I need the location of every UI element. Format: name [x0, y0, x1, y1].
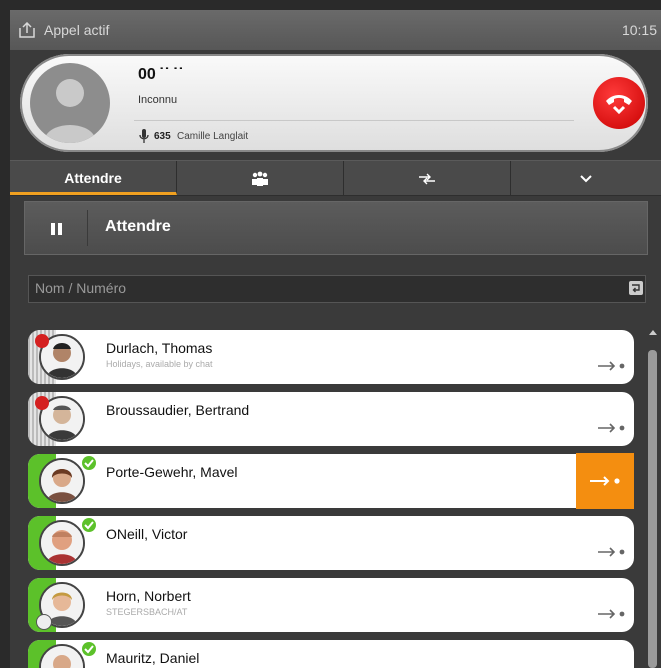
action-tabs: Attendre	[10, 160, 661, 196]
agent-extension: 635	[154, 131, 171, 142]
transfer-arrows-icon	[416, 170, 438, 186]
contact-name: Mauritz, Daniel	[106, 650, 200, 666]
scroll-up-arrow-icon[interactable]	[649, 330, 657, 335]
scrollbar[interactable]	[646, 328, 659, 668]
share-icon[interactable]	[18, 21, 36, 38]
list-item[interactable]: Mauritz, Daniel	[28, 640, 634, 668]
scrollbar-thumb[interactable]	[648, 350, 657, 668]
list-item[interactable]: Horn, Norbert STEGERSBACH/AT	[28, 578, 634, 632]
available-check-icon	[82, 518, 96, 532]
tab-hold[interactable]: Attendre	[10, 161, 177, 195]
search-submit-icon[interactable]	[629, 281, 643, 295]
caller-avatar	[30, 63, 110, 143]
active-call-card: 00 ˙˙ ˙˙ Inconnu 635 Camille Langlait	[20, 54, 648, 152]
avatar	[39, 458, 85, 504]
search-bar	[28, 275, 646, 303]
transfer-icon[interactable]	[596, 544, 626, 557]
window-title: Appel actif	[44, 22, 110, 38]
available-check-icon	[82, 456, 96, 470]
divider	[134, 120, 574, 121]
divider	[87, 210, 88, 246]
hangup-button[interactable]	[593, 77, 645, 129]
active-call-window: Appel actif 10:15 00 ˙˙ ˙˙ Inconnu 635 C…	[10, 10, 661, 668]
tab-group[interactable]	[177, 161, 344, 195]
transfer-button-highlighted[interactable]	[576, 453, 634, 509]
search-input[interactable]	[29, 276, 625, 300]
avatar	[39, 520, 85, 566]
contact-name: ONeill, Victor	[106, 526, 188, 542]
list-item[interactable]: Porte-Gewehr, Mavel	[28, 454, 634, 508]
busy-status-icon	[35, 396, 49, 410]
tab-transfer[interactable]	[344, 161, 511, 195]
contact-name: Durlach, Thomas	[106, 340, 213, 356]
title-bar: Appel actif 10:15	[10, 10, 661, 50]
contact-name: Broussaudier, Bertrand	[106, 402, 250, 418]
microphone-icon	[138, 128, 150, 144]
hold-button[interactable]: Attendre	[24, 201, 648, 255]
tab-more[interactable]	[511, 161, 661, 195]
available-check-icon	[82, 642, 96, 656]
caller-status: Inconnu	[138, 94, 178, 106]
hold-label: Attendre	[105, 218, 171, 235]
tab-hold-label: Attendre	[64, 170, 122, 186]
clock: 10:15	[621, 22, 657, 38]
busy-status-icon	[35, 334, 49, 348]
contact-name: Porte-Gewehr, Mavel	[106, 464, 238, 480]
contact-status: STEGERSBACH/AT	[106, 607, 188, 617]
person-silhouette-icon	[44, 79, 96, 143]
transfer-icon[interactable]	[596, 420, 626, 433]
caller-number: 00 ˙˙ ˙˙	[138, 66, 184, 83]
list-item[interactable]: Durlach, Thomas Holidays, available by c…	[28, 330, 634, 384]
chevron-down-icon	[579, 170, 593, 186]
list-item[interactable]: Broussaudier, Bertrand	[28, 392, 634, 446]
calendar-status-icon	[36, 614, 52, 630]
pause-icon	[51, 222, 63, 235]
transfer-icon	[590, 476, 620, 486]
list-item[interactable]: ONeill, Victor	[28, 516, 634, 570]
contact-status: Holidays, available by chat	[106, 359, 213, 369]
contact-list: Durlach, Thomas Holidays, available by c…	[28, 330, 638, 668]
agent-name: Camille Langlait	[177, 131, 249, 142]
transfer-icon[interactable]	[596, 606, 626, 619]
contact-name: Horn, Norbert	[106, 588, 191, 604]
transfer-icon[interactable]	[596, 358, 626, 371]
group-icon	[250, 170, 270, 187]
phone-hangup-icon	[606, 95, 632, 115]
